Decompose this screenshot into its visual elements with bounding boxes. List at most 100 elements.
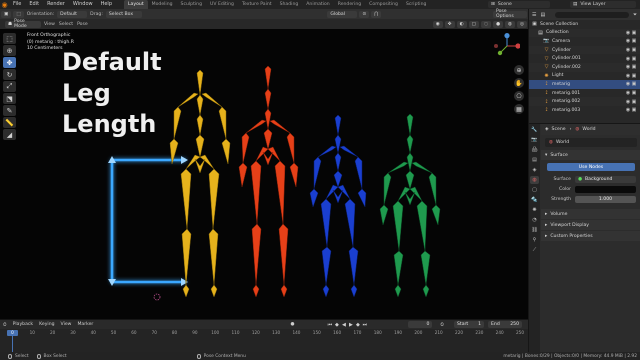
record-icon[interactable]: ●	[290, 322, 294, 327]
camera-view-icon[interactable]: ⎔	[514, 91, 524, 101]
strength-field[interactable]: 1.000	[575, 195, 636, 203]
playhead-frame[interactable]: 0	[7, 330, 18, 336]
pose-options-dropdown[interactable]: Pose Options	[493, 9, 527, 19]
particles-tab-icon[interactable]: ✺	[530, 206, 539, 214]
gizmo-toggle-button[interactable]: ✥	[444, 20, 455, 28]
timeline-editor-icon[interactable]: ⏱	[3, 322, 7, 328]
outliner-item[interactable]: ⟟ metarig ◉ ▣	[529, 80, 640, 89]
shading-material-button[interactable]: ◍	[504, 20, 515, 28]
render-camera-icon[interactable]: ▣	[631, 30, 637, 36]
play-reverse-icon[interactable]: ◀	[340, 321, 347, 328]
outliner-item[interactable]: ⟟ metarig.001 ◉ ▣	[529, 89, 640, 98]
zoom-icon[interactable]: ⊕	[514, 65, 524, 75]
jump-end-icon[interactable]: ⏭	[361, 321, 368, 328]
tool-tab-icon[interactable]: 🔧	[530, 126, 539, 134]
tab-scripting[interactable]: Scripting	[402, 0, 430, 9]
drag-dropdown[interactable]: Select Box	[105, 10, 142, 18]
outliner-search-input[interactable]	[555, 11, 629, 18]
render-camera-icon[interactable]: ▣	[631, 56, 637, 62]
blender-logo-icon[interactable]: ◉	[0, 0, 9, 9]
gizmo-x-axis[interactable]	[515, 43, 520, 49]
preview-range-icon[interactable]: ⏲	[440, 322, 444, 328]
play-icon[interactable]: ▶	[347, 321, 354, 328]
filter-icon[interactable]: ⏷	[633, 12, 637, 18]
perspective-grid-icon[interactable]: ▦	[514, 104, 524, 114]
outliner-item[interactable]: ⟟ metarig.003 ◉ ▣	[529, 106, 640, 115]
surface-shader-dropdown[interactable]: ● Background	[575, 175, 636, 183]
menu-select[interactable]: Select	[59, 22, 73, 27]
gizmo-z-axis[interactable]	[504, 33, 510, 39]
shading-rendered-button[interactable]: ◎	[516, 20, 527, 28]
render-camera-icon[interactable]: ▣	[631, 73, 637, 79]
frame-ruler[interactable]: 0 01020304050607080901001101201301401501…	[0, 329, 528, 353]
render-tab-icon[interactable]: 📷	[530, 136, 539, 144]
tab-layout[interactable]: Layout	[124, 0, 148, 9]
bone-tab-icon[interactable]: ⟋	[530, 246, 539, 254]
mode-dropdown[interactable]: ☗ Pose Mode	[5, 19, 41, 29]
menu-keying[interactable]: Keying	[39, 322, 54, 327]
scene-selector[interactable]: ⊞ Scene	[488, 1, 550, 8]
transform-orientation-dropdown[interactable]: Global	[327, 10, 358, 18]
view-layer-tab-icon[interactable]: ▤	[530, 156, 539, 164]
menu-view[interactable]: View	[44, 22, 55, 27]
outliner-item[interactable]: 📷 Camera ◉ ▣	[529, 37, 640, 46]
tab-rendering[interactable]: Rendering	[334, 0, 365, 9]
pivot-button[interactable]: ⊙	[359, 10, 370, 18]
gizmo-y-axis[interactable]	[497, 50, 503, 56]
tab-modeling[interactable]: Modeling	[148, 0, 177, 9]
outliner-item[interactable]: ▽ Cylinder.002 ◉ ▣	[529, 62, 640, 72]
tool-move-icon[interactable]: ✥	[3, 57, 16, 68]
pan-hand-icon[interactable]: ✋	[514, 78, 524, 88]
xray-toggle-button[interactable]: ▢	[468, 20, 479, 28]
render-camera-icon[interactable]: ▣	[631, 81, 637, 87]
render-camera-icon[interactable]: ▣	[631, 107, 637, 113]
tab-uv-editing[interactable]: UV Editing	[206, 0, 238, 9]
tab-compositing[interactable]: Compositing	[365, 0, 402, 9]
overlay-toggle-button[interactable]: ◐	[456, 20, 467, 28]
menu-render[interactable]: Render	[43, 0, 69, 9]
outliner-item[interactable]: ▤ Collection ◉ ▣	[529, 28, 640, 38]
snap-button[interactable]: ⋂	[371, 10, 381, 18]
render-camera-icon[interactable]: ▣	[631, 38, 637, 44]
navigation-gizmo[interactable]	[494, 33, 520, 59]
render-camera-icon[interactable]: ▣	[631, 99, 637, 105]
outliner-item[interactable]: ✺ Light ◉ ▣	[529, 72, 640, 81]
view-layer-selector[interactable]: ▤ View Layer	[570, 1, 636, 8]
output-tab-icon[interactable]: 🖨	[530, 146, 539, 154]
physics-tab-icon[interactable]: ◔	[530, 216, 539, 224]
select-mode-button[interactable]: ⬚	[13, 10, 24, 18]
menu-timeline-view[interactable]: View	[61, 322, 72, 327]
render-camera-icon[interactable]: ▣	[631, 90, 637, 96]
menu-edit[interactable]: Edit	[25, 0, 43, 9]
start-frame-field[interactable]: Start 1	[454, 321, 484, 328]
tab-animation[interactable]: Animation	[302, 0, 333, 9]
constraints-tab-icon[interactable]: ⛓	[530, 226, 539, 234]
tool-annotate-icon[interactable]: ✎	[3, 105, 16, 116]
menu-pose[interactable]: Pose	[77, 22, 88, 27]
menu-file[interactable]: File	[9, 0, 25, 9]
render-camera-icon[interactable]: ▣	[631, 47, 637, 53]
outliner-item[interactable]: ⟟ metarig.002 ◉ ▣	[529, 97, 640, 106]
world-color-swatch[interactable]	[575, 185, 636, 193]
render-camera-icon[interactable]: ▣	[631, 64, 637, 70]
jump-start-icon[interactable]: ⏮	[326, 321, 333, 328]
outliner-item[interactable]: ▽ Cylinder.001 ◉ ▣	[529, 54, 640, 63]
tool-select-box-icon[interactable]: ⬚	[3, 33, 16, 44]
menu-marker[interactable]: Marker	[77, 322, 93, 327]
tool-rotate-icon[interactable]: ↻	[3, 69, 16, 80]
tab-texture-paint[interactable]: Texture Paint	[238, 0, 276, 9]
world-tab-icon[interactable]: ◍	[530, 176, 539, 184]
tool-measure-icon[interactable]: 📏	[3, 117, 16, 128]
menu-playback[interactable]: Playback	[13, 322, 34, 327]
outliner-item[interactable]: ▽ Cylinder ◉ ▣	[529, 45, 640, 55]
current-frame-field[interactable]: 0	[408, 321, 433, 328]
object-tab-icon[interactable]: ▢	[530, 186, 539, 194]
viewport-display-panel-header[interactable]: ▸ Viewport Display	[541, 220, 640, 230]
end-frame-field[interactable]: End 250	[488, 321, 522, 328]
viewport-visibility-button[interactable]: ◉	[432, 20, 443, 28]
outliner-editor-icon[interactable]: ☰	[532, 12, 536, 18]
outliner-root[interactable]: ▣ Scene Collection	[529, 20, 640, 29]
use-nodes-button[interactable]: Use Nodes	[547, 163, 635, 171]
menu-window[interactable]: Window	[69, 0, 97, 9]
custom-properties-panel-header[interactable]: ▸ Custom Properties	[541, 231, 640, 241]
